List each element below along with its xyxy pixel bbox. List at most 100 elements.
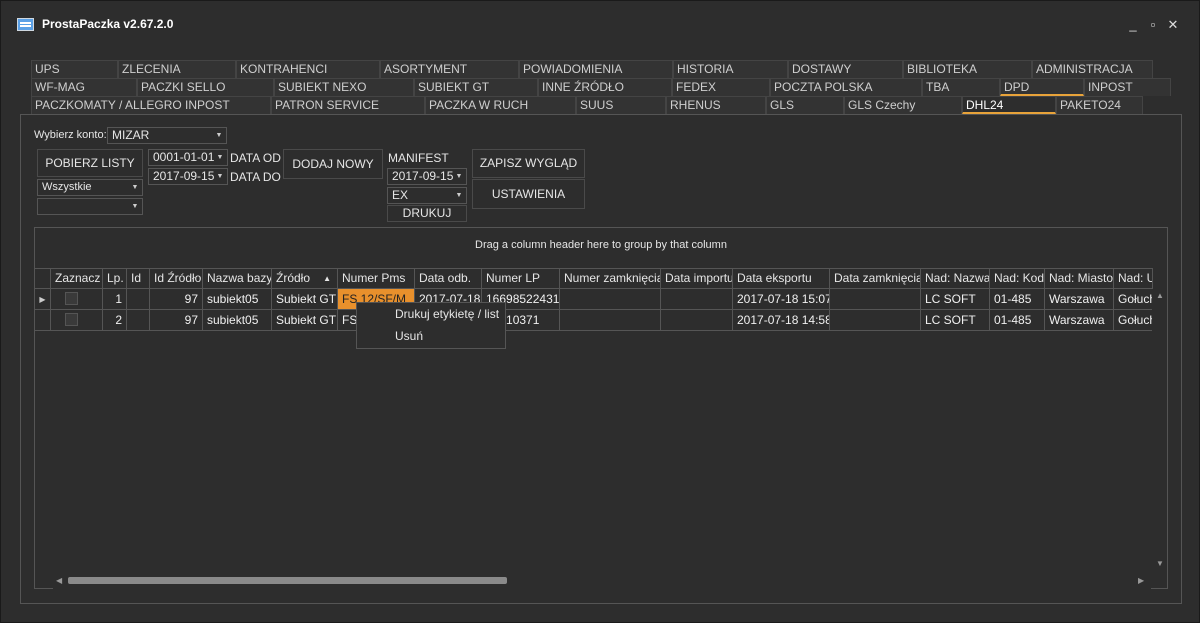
filter-select[interactable]: Wszystkie ▼: [37, 179, 143, 196]
date-from-picker[interactable]: 0001-01-01 ▼: [148, 149, 228, 166]
select-checkbox[interactable]: [65, 292, 78, 306]
select-checkbox-cell: [51, 310, 103, 331]
settings-button[interactable]: USTAWIENIA: [472, 179, 585, 209]
tab-historia[interactable]: HISTORIA: [673, 60, 788, 78]
fetch-lists-button[interactable]: POBIERZ LISTY: [37, 149, 143, 177]
column-nad-nazwa[interactable]: Nad: Nazwa: [921, 268, 990, 289]
shipments-grid: Drag a column header here to group by th…: [34, 227, 1168, 589]
column-nad-ulica[interactable]: Nad: U: [1114, 268, 1153, 289]
table-row[interactable]: ▶ 1 97 subiekt05 Subiekt GT FS 12/SF/M 2…: [35, 289, 1153, 310]
column-data-importu[interactable]: Data importu: [661, 268, 733, 289]
column-lp[interactable]: Lp.: [103, 268, 127, 289]
column-data-odb[interactable]: Data odb.: [415, 268, 482, 289]
horizontal-scrollbar[interactable]: ◀ ▶: [53, 573, 1151, 589]
tab-gls-czechy[interactable]: GLS Czechy: [844, 96, 962, 114]
scroll-down-icon[interactable]: ▼: [1156, 559, 1164, 568]
tab-subiekt-nexo[interactable]: SUBIEKT NEXO: [274, 78, 414, 96]
tab-ups[interactable]: UPS: [31, 60, 118, 78]
title-bar: ProstaPaczka v2.67.2.0 _ ▫ ✕: [1, 1, 1199, 51]
menu-item-print-label[interactable]: Drukuj etykietę / list: [395, 307, 499, 321]
account-value: MIZAR: [112, 128, 150, 142]
tab-poczta-polska[interactable]: POCZTA POLSKA: [770, 78, 922, 96]
chevron-down-icon: ▼: [131, 203, 139, 210]
tab-biblioteka[interactable]: BIBLIOTEKA: [903, 60, 1032, 78]
cell-nazwa-bazy: subiekt05: [203, 310, 272, 331]
date-to-picker[interactable]: 2017-09-15 ▼: [148, 168, 228, 185]
column-numer-pms[interactable]: Numer Pms: [338, 268, 415, 289]
column-numer-zamkniecia[interactable]: Numer zamknięcia: [560, 268, 661, 289]
cell-nad-kod: 01-485: [990, 289, 1045, 310]
horizontal-scroll-thumb[interactable]: [68, 577, 507, 584]
tab-suus[interactable]: SUUS: [576, 96, 666, 114]
vertical-scrollbar[interactable]: ▲ ▼: [1152, 289, 1167, 573]
manifest-date-picker[interactable]: 2017-09-15 ▼: [387, 168, 467, 185]
minimize-button[interactable]: _: [1125, 17, 1141, 33]
scroll-right-icon[interactable]: ▶: [1138, 576, 1144, 585]
close-button[interactable]: ✕: [1165, 17, 1181, 33]
tab-powiadomienia[interactable]: POWIADOMIENIA: [519, 60, 673, 78]
tab-kontrahenci[interactable]: KONTRAHENCI: [236, 60, 380, 78]
tab-dostawy[interactable]: DOSTAWY: [788, 60, 903, 78]
cell-data-eksportu: 2017-07-18 15:07: [733, 289, 830, 310]
account-select[interactable]: MIZAR ▼: [107, 127, 227, 144]
cell-lp: 2: [103, 310, 127, 331]
column-nad-kod[interactable]: Nad: Kod: [990, 268, 1045, 289]
table-row[interactable]: 2 97 subiekt05 Subiekt GT FS 88510371 20…: [35, 310, 1153, 331]
tab-paketo24[interactable]: PAKETO24: [1056, 96, 1143, 114]
add-new-button[interactable]: DODAJ NOWY: [283, 149, 383, 179]
cell-data-eksportu: 2017-07-18 14:58: [733, 310, 830, 331]
tab-inne-zrodlo[interactable]: INNE ŹRÓDŁO: [538, 78, 672, 96]
tab-administracja[interactable]: ADMINISTRACJA: [1032, 60, 1153, 78]
chevron-down-icon: ▼: [131, 184, 139, 191]
tab-inpost[interactable]: INPOST: [1084, 78, 1171, 96]
menu-item-delete[interactable]: Usuń: [395, 329, 423, 343]
filter2-select[interactable]: ▼: [37, 198, 143, 215]
column-zaznacz[interactable]: Zaznacz: [51, 268, 103, 289]
tab-dpd[interactable]: DPD: [1000, 78, 1084, 96]
cell-nad-kod: 01-485: [990, 310, 1045, 331]
date-to-label: DATA DO: [230, 170, 281, 184]
cell-id: [127, 310, 150, 331]
column-id[interactable]: Id: [127, 268, 150, 289]
manifest-date-value: 2017-09-15: [392, 169, 454, 183]
maximize-button[interactable]: ▫: [1145, 17, 1161, 33]
column-numer-lp[interactable]: Numer LP: [482, 268, 560, 289]
tab-tba[interactable]: TBA: [922, 78, 1000, 96]
grid-header: Zaznacz Lp. Id Id Źródło Nazwa bazy Źród…: [35, 268, 1153, 289]
tab-paczka-w-ruch[interactable]: PACZKA W RUCH: [425, 96, 576, 114]
date-to-value: 2017-09-15: [153, 169, 215, 183]
column-id-zrodlo[interactable]: Id Źródło: [150, 268, 203, 289]
column-zrodlo[interactable]: Źródło ▲: [272, 268, 338, 289]
tab-asortyment[interactable]: ASORTYMENT: [380, 60, 519, 78]
date-from-label: DATA OD: [230, 151, 281, 165]
select-checkbox[interactable]: [65, 313, 78, 327]
scroll-left-icon[interactable]: ◀: [56, 576, 62, 585]
tab-zlecenia[interactable]: ZLECENIA: [118, 60, 236, 78]
column-nad-miasto[interactable]: Nad: Miasto: [1045, 268, 1114, 289]
tab-paczkomaty[interactable]: PACZKOMATY / ALLEGRO INPOST: [31, 96, 271, 114]
cell-zrodlo: Subiekt GT: [272, 289, 338, 310]
print-manifest-button[interactable]: DRUKUJ: [387, 205, 467, 222]
cell-data-importu: [661, 289, 733, 310]
tab-wf-mag[interactable]: WF-MAG: [31, 78, 137, 96]
manifest-type-select[interactable]: EX ▼: [387, 187, 467, 204]
tab-patron-service[interactable]: PATRON SERVICE: [271, 96, 425, 114]
app-window: ProstaPaczka v2.67.2.0 _ ▫ ✕ UPS ZLECENI…: [0, 0, 1200, 623]
scroll-up-icon[interactable]: ▲: [1156, 291, 1164, 300]
column-data-eksportu[interactable]: Data eksportu: [733, 268, 830, 289]
save-layout-button[interactable]: ZAPISZ WYGLĄD: [472, 149, 585, 178]
tab-fedex[interactable]: FEDEX: [672, 78, 770, 96]
column-nazwa-bazy[interactable]: Nazwa bazy: [203, 268, 272, 289]
cell-nad-ulica: Gołuch: [1114, 310, 1153, 331]
tab-subiekt-gt[interactable]: SUBIEKT GT: [414, 78, 538, 96]
manifest-label: MANIFEST: [388, 151, 449, 165]
tab-row-2: WF-MAG PACZKI SELLO SUBIEKT NEXO SUBIEKT…: [31, 78, 1171, 96]
chevron-down-icon: ▼: [216, 154, 224, 161]
tab-gls[interactable]: GLS: [766, 96, 844, 114]
tab-rhenus[interactable]: RHENUS: [666, 96, 766, 114]
column-data-zamkniecia[interactable]: Data zamknięcia: [830, 268, 921, 289]
tab-paczki-sello[interactable]: PACZKI SELLO: [137, 78, 274, 96]
cell-data-zamkniecia: [830, 289, 921, 310]
column-zrodlo-label: Źródło: [276, 271, 311, 285]
tab-dhl24[interactable]: DHL24: [962, 96, 1056, 114]
